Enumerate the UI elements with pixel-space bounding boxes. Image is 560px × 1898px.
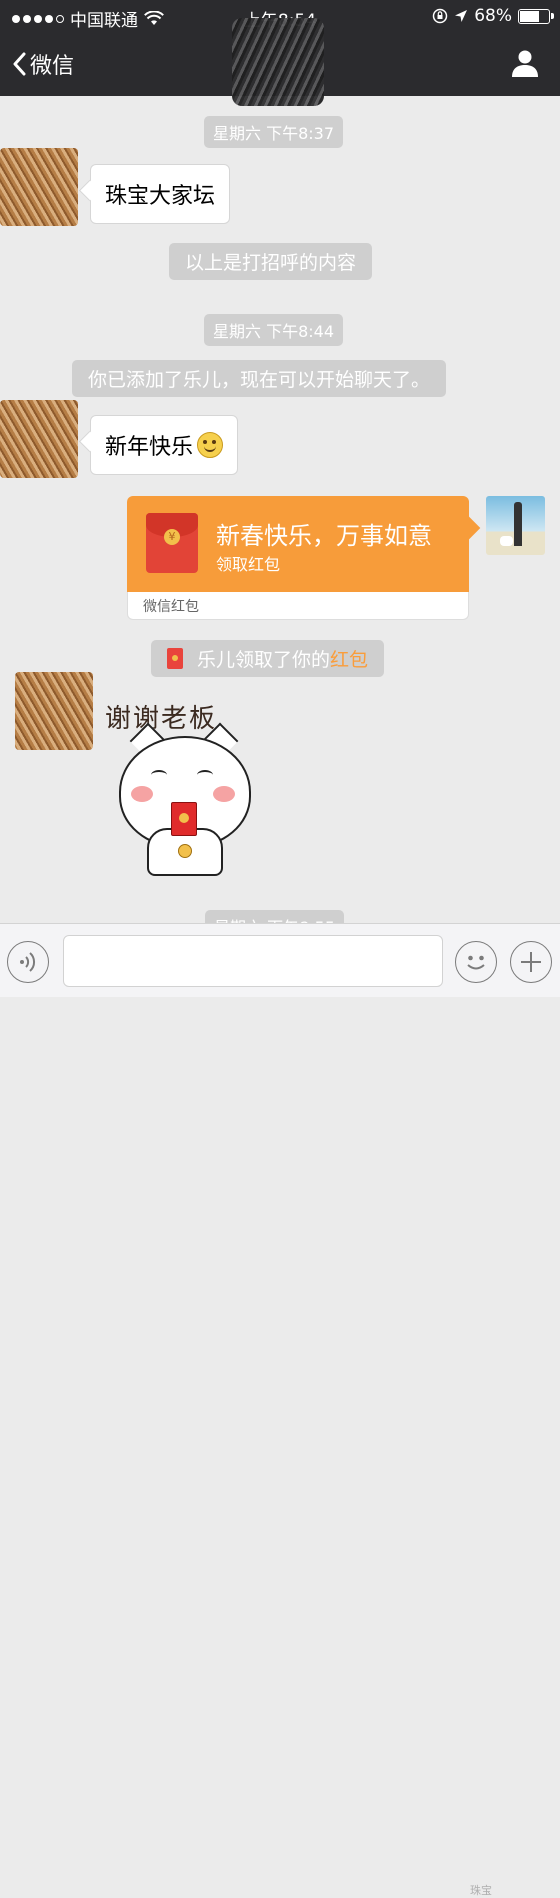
message-bubble[interactable]: 新年快乐 — [90, 415, 239, 475]
person-icon — [512, 50, 538, 77]
message-text: 新年快乐 — [105, 435, 194, 460]
voice-button[interactable] — [7, 941, 49, 983]
timestamp: 星期六 下午8:44 — [204, 314, 344, 346]
system-message: 乐儿领取了你的红包 — [151, 640, 385, 677]
battery-percentage: 68% — [474, 6, 512, 26]
red-packet-title: 新春快乐，万事如意 — [216, 522, 432, 550]
chevron-left-icon — [13, 52, 26, 76]
emoji-button[interactable] — [455, 941, 497, 983]
battery-icon — [518, 8, 554, 24]
location-arrow-icon — [455, 10, 468, 22]
red-packet-brand: 微信红包 — [143, 599, 199, 615]
my-avatar[interactable] — [486, 496, 545, 555]
voice-icon — [20, 952, 36, 972]
back-button[interactable]: 微信 — [12, 48, 74, 80]
coin-icon: ¥ — [164, 529, 180, 545]
contact-avatar[interactable] — [0, 400, 78, 478]
orientation-lock-icon — [432, 8, 448, 24]
red-envelope-icon — [167, 648, 183, 669]
bell-icon — [178, 844, 192, 858]
sticker-message[interactable]: 谢谢老板 — [105, 698, 265, 878]
red-envelope-icon: ¥ — [146, 513, 198, 573]
more-button[interactable] — [510, 941, 552, 983]
system-message-text: 乐儿领取了你的 — [197, 649, 331, 671]
red-envelope-icon — [171, 802, 197, 836]
watermark: 珠宝 — [470, 1884, 492, 1897]
emoji-face-icon — [467, 955, 485, 970]
red-packet-card[interactable]: ¥ 新春快乐，万事如意 领取红包 微信红包 — [127, 496, 469, 620]
plus-icon — [521, 952, 541, 972]
back-label: 微信 — [30, 54, 75, 79]
smile-emoji-icon — [197, 432, 224, 458]
message-bubble[interactable]: 珠宝大家坛 — [90, 164, 231, 224]
red-packet-link[interactable]: 红包 — [330, 649, 368, 671]
red-packet-subtitle: 领取红包 — [216, 555, 281, 574]
chat-title-redacted — [232, 18, 324, 106]
input-bar: 珠宝 — [0, 923, 560, 1897]
contact-avatar[interactable] — [0, 148, 78, 226]
message-input[interactable] — [63, 935, 443, 987]
contact-avatar[interactable] — [15, 672, 93, 750]
timestamp: 星期六 下午8:37 — [204, 116, 344, 148]
system-message: 你已添加了乐儿，现在可以开始聊天了。 — [72, 360, 447, 397]
chat-profile-button[interactable] — [510, 48, 540, 82]
sticker-caption: 谢谢老板 — [105, 704, 218, 734]
system-message: 以上是打招呼的内容 — [169, 243, 373, 280]
